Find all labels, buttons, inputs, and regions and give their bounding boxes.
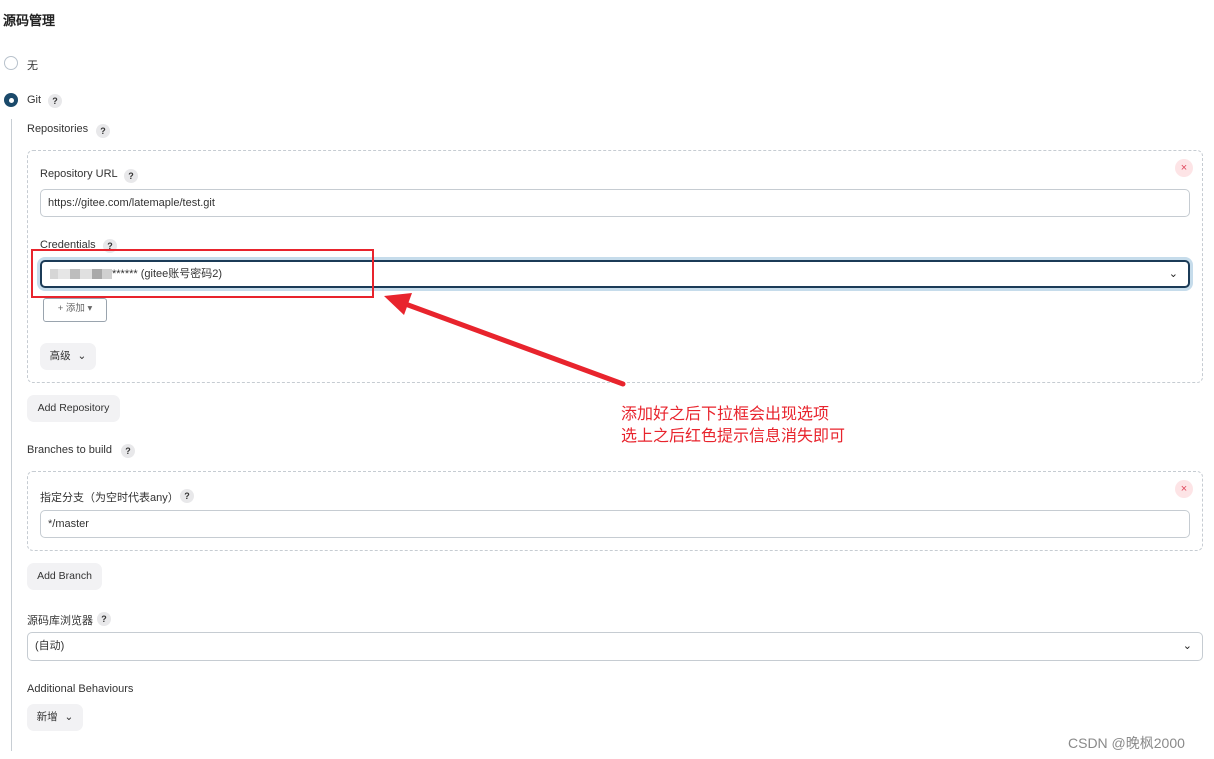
repo-browser-help-icon[interactable]: ? [97, 612, 111, 626]
annotation-line-1: 添加好之后下拉框会出现选项 [621, 406, 830, 423]
annotation-text: 添加好之后下拉框会出现选项 选上之后红色提示信息消失即可 [621, 404, 845, 448]
radio-none[interactable] [4, 56, 18, 70]
annotation-line-2: 选上之后红色提示信息消失即可 [621, 428, 846, 445]
add-behaviour-label: 新增 [36, 711, 58, 723]
git-help-icon[interactable]: ? [48, 94, 62, 108]
radio-git[interactable] [4, 93, 18, 107]
add-behaviour-button[interactable]: 新增 ⌄ [27, 704, 83, 731]
repo-browser-select[interactable]: (自动) ⌄ [27, 632, 1203, 661]
additional-behaviours-label: Additional Behaviours [27, 683, 134, 695]
repo-browser-label: 源码库浏览器 [27, 615, 93, 627]
repositories-label: Repositories [27, 123, 89, 135]
section-title: 源码管理 [3, 13, 56, 28]
chevron-down-icon: ⌄ [1168, 268, 1178, 280]
advanced-label: 高级 [49, 350, 71, 362]
advanced-button[interactable]: 高级 ⌄ [40, 343, 96, 370]
add-branch-button[interactable]: Add Branch [27, 563, 102, 590]
arrow-line [397, 299, 626, 387]
repo-url-help-icon[interactable]: ? [124, 169, 138, 183]
radio-git-label: Git [27, 94, 42, 106]
branch-spec-input[interactable]: */master [40, 510, 1190, 538]
chevron-down-icon: ⌄ [64, 711, 74, 723]
repo-browser-value: (自动) [35, 640, 65, 652]
add-repository-button[interactable]: Add Repository [27, 395, 120, 422]
arrow-head [384, 293, 412, 315]
annotation-arrow [384, 293, 626, 387]
watermark: CSDN @晚枫2000 [1068, 735, 1185, 751]
repo-url-label: Repository URL [40, 168, 118, 180]
branch-spec-help-icon[interactable]: ? [180, 489, 194, 503]
radio-none-label: 无 [27, 60, 38, 72]
remove-repository-icon[interactable]: × [1175, 159, 1193, 177]
chevron-down-icon: ⌄ [1182, 640, 1192, 652]
repositories-help-icon[interactable]: ? [96, 124, 110, 138]
git-section-divider [11, 119, 12, 751]
branch-spec-label: 指定分支（为空时代表any） [40, 492, 179, 504]
chevron-down-icon: ⌄ [77, 350, 87, 362]
add-credentials-button[interactable]: + 添加 ▾ [43, 298, 107, 322]
repo-url-input[interactable]: https://gitee.com/latemaple/test.git [40, 189, 1190, 217]
branches-help-icon[interactable]: ? [121, 444, 135, 458]
remove-branch-icon[interactable]: × [1175, 480, 1193, 498]
branches-label: Branches to build [27, 444, 112, 456]
annotation-highlight-box [31, 249, 374, 298]
